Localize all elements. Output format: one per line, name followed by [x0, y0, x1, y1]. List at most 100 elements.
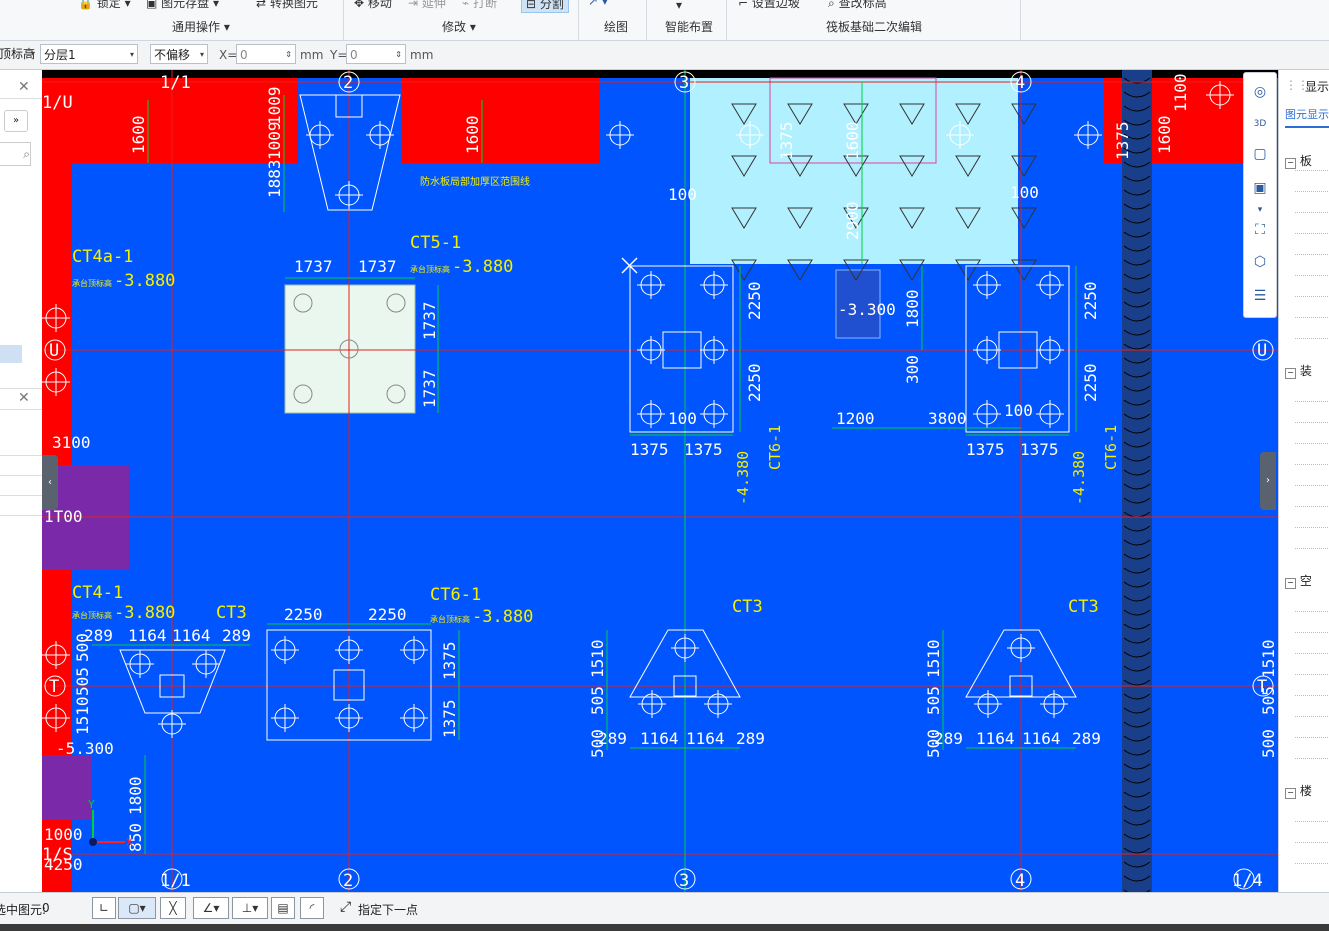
- svg-text:2250: 2250: [1081, 363, 1100, 402]
- tree-row-line: [1295, 170, 1329, 172]
- taskbar: [0, 924, 1329, 931]
- layer-select[interactable]: 分层1 ▾: [40, 44, 138, 64]
- left-collapse-handle[interactable]: ‹: [42, 455, 58, 510]
- tree-node[interactable]: − 板: [1285, 152, 1329, 170]
- expand-button[interactable]: »: [4, 110, 28, 132]
- draw-dropdown[interactable]: ↗ ▾: [588, 0, 608, 8]
- group-raft-label: 筏板基础二次编辑: [826, 20, 923, 34]
- svg-text:1600: 1600: [1155, 115, 1174, 154]
- svg-text:1000: 1000: [44, 825, 83, 844]
- svg-text:289: 289: [222, 626, 251, 645]
- tree-row-line: [1295, 401, 1329, 403]
- ortho-icon: ∟: [98, 901, 110, 915]
- tree-row-line: [1295, 296, 1329, 298]
- display-tab[interactable]: 显示: [1305, 78, 1329, 95]
- close-icon[interactable]: ✕: [18, 79, 30, 95]
- svg-text:1164: 1164: [976, 729, 1015, 748]
- label-elev: -3.880: [114, 271, 175, 291]
- elevation-icon: ⌕: [828, 0, 835, 10]
- tree-row-line: [1295, 632, 1329, 634]
- tree-row-line: [1295, 443, 1329, 445]
- axis-label-top-3: 3: [679, 73, 689, 93]
- element-display-tab[interactable]: 图元显示: [1285, 104, 1329, 128]
- view-elevation-button[interactable]: ⌕ 查改标高: [828, 0, 887, 11]
- x-input[interactable]: 0 ⇕: [236, 44, 296, 64]
- axis-label-bottom-4: 4: [1015, 871, 1025, 891]
- view-iso-button[interactable]: ▣: [1249, 177, 1271, 199]
- double-chevron-icon: »: [12, 115, 20, 126]
- elevation-select[interactable]: 顶标高 ▾: [0, 44, 38, 64]
- label-elev: -3.880: [114, 603, 175, 623]
- split-button[interactable]: ⊟ 分割: [521, 0, 569, 13]
- svg-text:505: 505: [73, 667, 92, 696]
- save-element-label: 图元存盘: [161, 0, 210, 10]
- set-slope-button[interactable]: ⌐ 设置边坡: [738, 0, 800, 11]
- extend-button[interactable]: ⇥ 延伸: [408, 0, 446, 11]
- selected-count: 0: [42, 901, 50, 915]
- drawing-canvas[interactable]: 1/1 2 3 4 1/1 2 3 4 1/4 1/U U T 1/S U T …: [42, 70, 1278, 892]
- svg-text:1009: 1009: [265, 86, 284, 125]
- svg-text:100: 100: [1004, 401, 1033, 420]
- properties-button[interactable]: ☰: [1249, 285, 1271, 307]
- svg-text:1510: 1510: [588, 639, 607, 678]
- axis-label-bottom-1-4: 1/4: [1232, 871, 1263, 891]
- visibility-button[interactable]: ⬡: [1249, 251, 1271, 273]
- svg-text:1375: 1375: [684, 440, 723, 459]
- svg-text:2250: 2250: [368, 605, 407, 624]
- tree-lines: [1295, 170, 1329, 864]
- chevron-down-icon: ▾: [1257, 205, 1263, 215]
- chevron-right-icon: ›: [1266, 475, 1270, 486]
- tree-row-line: [1295, 422, 1329, 424]
- tree-row-line: [1295, 527, 1329, 529]
- offset-mode-select[interactable]: 不偏移 ▾: [150, 44, 208, 64]
- axis-label-top-2: 2: [343, 73, 353, 93]
- smart-dropdown-arrow[interactable]: ▾: [676, 0, 682, 12]
- right-collapse-handle[interactable]: ›: [1260, 452, 1276, 510]
- convert-element-button[interactable]: ⇄ 转换图元: [256, 0, 318, 11]
- fit-view-button[interactable]: ⛶: [1249, 219, 1271, 241]
- red-region-top: [402, 78, 600, 163]
- axis-label-top-4: 4: [1015, 73, 1025, 93]
- left-panel: ✕ » ⌕ ✕: [0, 70, 43, 892]
- svg-text:289: 289: [1072, 729, 1101, 748]
- extend-label: 延伸: [421, 0, 446, 10]
- cross-snap-button[interactable]: ╳: [160, 897, 186, 919]
- search-field[interactable]: ⌕: [0, 142, 31, 166]
- move-button[interactable]: ✥ 移动: [354, 0, 392, 11]
- svg-text:100: 100: [668, 185, 697, 204]
- ortho-button[interactable]: ∟: [92, 897, 116, 919]
- tree-row-line: [1295, 254, 1329, 256]
- offset-button[interactable]: ⊥▾: [232, 897, 268, 919]
- view-3d-button[interactable]: 3D: [1249, 113, 1271, 135]
- raft-slab-fill: [42, 70, 1278, 892]
- view-dropdown[interactable]: ▾: [1249, 199, 1271, 221]
- purple-block: [42, 755, 92, 820]
- list-icon: ☰: [1253, 288, 1267, 304]
- selected-tree-row[interactable]: [0, 345, 22, 363]
- break-button[interactable]: ⌁ 打断: [462, 0, 497, 11]
- arc-button[interactable]: ◜: [300, 897, 324, 919]
- tree-row-line: [1295, 821, 1329, 823]
- display-button[interactable]: ▤: [271, 897, 295, 919]
- slope-icon: ⌐: [738, 0, 749, 10]
- label-ct6-1-vert: CT6-1: [766, 425, 784, 470]
- view-top-button[interactable]: ▢: [1249, 143, 1271, 165]
- angle-button[interactable]: ∠▾: [193, 897, 229, 919]
- x-label: X=: [219, 48, 238, 62]
- save-element-button[interactable]: ▣ 图元存盘 ▾: [146, 0, 219, 11]
- orbit-button[interactable]: ◎: [1249, 81, 1271, 103]
- split-icon: ⊟: [526, 0, 537, 11]
- y-input[interactable]: 0 ⇕: [346, 44, 406, 64]
- svg-text:500: 500: [588, 729, 607, 758]
- options-bar: 顶标高 ▾ 分层1 ▾ 不偏移 ▾ X= 0 ⇕ mm Y= 0 ⇕ mm: [0, 41, 1329, 70]
- axis-label-left-t: T: [49, 677, 59, 697]
- collapse-icon: −: [1285, 158, 1296, 169]
- lock-button[interactable]: 🔒 锁定 ▾: [78, 0, 131, 11]
- tree-row-line: [1295, 233, 1329, 235]
- drawing-svg[interactable]: 1/1 2 3 4 1/1 2 3 4 1/4 1/U U T 1/S U T …: [42, 70, 1278, 892]
- move-icon: ✥: [354, 0, 365, 10]
- svg-text:1164: 1164: [1022, 729, 1061, 748]
- snap-button[interactable]: ▢▾: [118, 897, 156, 919]
- fit-screen-icon: ⛶: [1255, 222, 1265, 238]
- close-icon[interactable]: ✕: [18, 390, 30, 406]
